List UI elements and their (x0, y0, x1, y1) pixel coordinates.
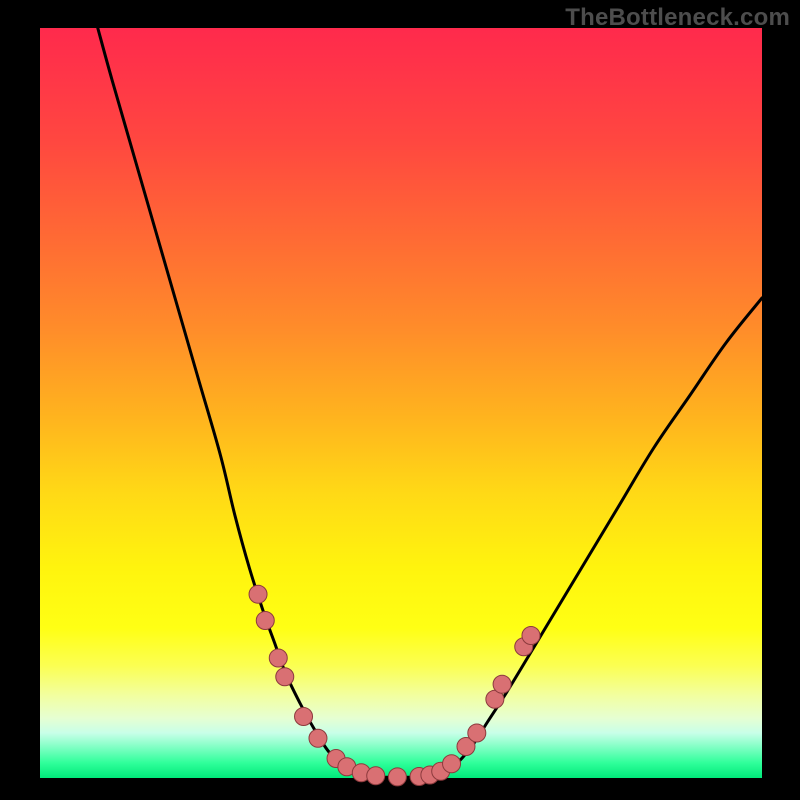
chart-frame: TheBottleneck.com (0, 0, 800, 800)
marker-dot (309, 729, 327, 747)
chart-svg (40, 28, 762, 778)
marker-dot (256, 612, 274, 630)
marker-dot (493, 675, 511, 693)
marker-dot (249, 585, 267, 603)
marker-dot (468, 724, 486, 742)
marker-dot (367, 767, 385, 785)
plot-area (40, 28, 762, 778)
marker-dot (269, 649, 287, 667)
curve-group (98, 28, 762, 777)
bottleneck-curve (98, 28, 762, 777)
marker-dot (443, 755, 461, 773)
marker-dot (295, 708, 313, 726)
marker-dot (276, 668, 294, 686)
marker-dot (522, 627, 540, 645)
marker-dot (388, 768, 406, 786)
